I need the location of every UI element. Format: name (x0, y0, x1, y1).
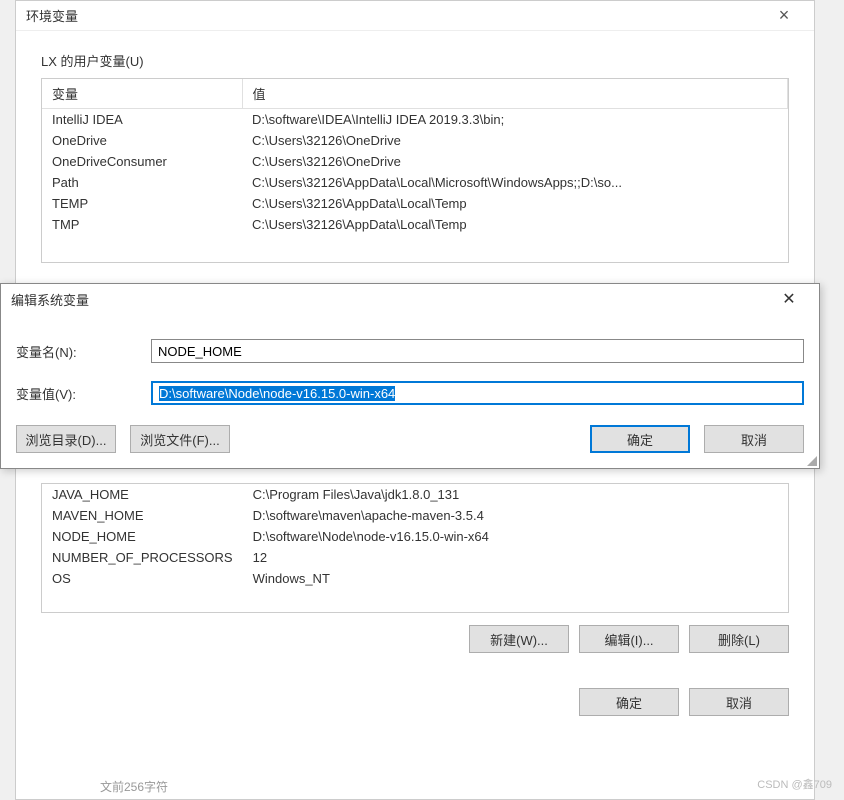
table-row[interactable]: IntelliJ IDEAD:\software\IDEA\IntelliJ I… (42, 109, 788, 131)
bottom-text: 文前256字符 (100, 778, 168, 795)
env-titlebar: 环境变量 × (16, 1, 814, 31)
close-icon[interactable]: × (764, 5, 804, 26)
browse-directory-button[interactable]: 浏览目录(D)... (16, 425, 116, 453)
edit-button[interactable]: 编辑(I)... (579, 625, 679, 653)
edit-titlebar: 编辑系统变量 ✕ (1, 284, 819, 314)
table-row[interactable]: MAVEN_HOMED:\software\maven\apache-maven… (42, 505, 788, 526)
col-value[interactable]: 值 (242, 79, 788, 109)
variable-value-label: 变量值(V): (16, 384, 151, 403)
table-row[interactable]: JAVA_HOMEC:\Program Files\Java\jdk1.8.0_… (42, 484, 788, 505)
user-vars-label: LX 的用户变量(U) (41, 51, 789, 70)
table-row[interactable]: PathC:\Users\32126\AppData\Local\Microso… (42, 172, 788, 193)
close-icon[interactable]: ✕ (769, 289, 809, 309)
user-vars-table[interactable]: 变量 值 IntelliJ IDEAD:\software\IDEA\Intel… (41, 78, 789, 263)
variable-name-input[interactable] (151, 339, 804, 363)
table-row[interactable]: OneDriveConsumerC:\Users\32126\OneDrive (42, 151, 788, 172)
edit-title: 编辑系统变量 (11, 290, 769, 309)
variable-name-label: 变量名(N): (16, 342, 151, 361)
table-row[interactable]: NODE_HOMED:\software\Node\node-v16.15.0-… (42, 526, 788, 547)
col-variable[interactable]: 变量 (42, 79, 242, 109)
table-row[interactable]: OSWindows_NT (42, 568, 788, 589)
table-row[interactable]: TEMPC:\Users\32126\AppData\Local\Temp (42, 193, 788, 214)
watermark: CSDN @鑫709 (757, 776, 832, 792)
table-row[interactable]: TMPC:\Users\32126\AppData\Local\Temp (42, 214, 788, 235)
delete-button[interactable]: 删除(L) (689, 625, 789, 653)
table-row[interactable]: NUMBER_OF_PROCESSORS12 (42, 547, 788, 568)
resize-grip-icon[interactable] (805, 454, 817, 466)
system-vars-table[interactable]: JAVA_HOMEC:\Program Files\Java\jdk1.8.0_… (41, 483, 789, 613)
edit-system-variable-dialog: 编辑系统变量 ✕ 变量名(N): 变量值(V): D:\software\Nod… (0, 283, 820, 469)
cancel-button[interactable]: 取消 (689, 688, 789, 716)
env-title: 环境变量 (26, 6, 764, 25)
variable-value-input[interactable]: D:\software\Node\node-v16.15.0-win-x64 (151, 381, 804, 405)
ok-button[interactable]: 确定 (579, 688, 679, 716)
ok-button[interactable]: 确定 (590, 425, 690, 453)
new-button[interactable]: 新建(W)... (469, 625, 569, 653)
browse-file-button[interactable]: 浏览文件(F)... (130, 425, 230, 453)
cancel-button[interactable]: 取消 (704, 425, 804, 453)
table-row[interactable]: OneDriveC:\Users\32126\OneDrive (42, 130, 788, 151)
